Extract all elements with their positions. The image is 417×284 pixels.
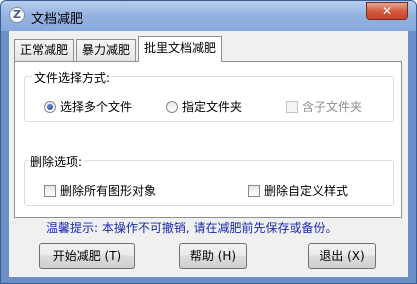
subfolder-label: 含子文件夹 <box>302 100 363 114</box>
delete-styles-checkbox[interactable] <box>248 185 260 197</box>
tab-aggressive[interactable]: 暴力减肥 <box>76 39 137 61</box>
delete-shapes-checkbox[interactable] <box>44 185 56 197</box>
delete-shapes-label[interactable]: 删除所有图形对象 <box>60 182 156 199</box>
warning-hint: 温馨提示: 本操作不可撤销, 请在减肥前先保存或备份。 <box>46 221 338 235</box>
exit-button[interactable]: 退出 (X) <box>308 243 376 269</box>
tab-batch[interactable]: 批里文档减肥 <box>138 36 223 62</box>
radio-multiple-files-label[interactable]: 选择多个文件 <box>60 98 132 115</box>
subfolder-checkbox[interactable] <box>286 101 298 113</box>
app-logo-icon: Z <box>9 7 25 23</box>
delete-styles-label[interactable]: 删除自定义样式 <box>264 182 348 199</box>
file-mode-legend: 文件选择方式: <box>32 69 113 86</box>
file-mode-group: 文件选择方式: 选择多个文件 指定文件夹 含子文件夹 <box>24 69 394 122</box>
window-title: 文档减肥 <box>31 12 84 27</box>
close-button[interactable]: ✕ <box>366 2 408 20</box>
delete-options-legend: 删除选项: <box>28 153 85 170</box>
dialog-window: Z 文档减肥 ✕ 正常减肥 暴力减肥 批里文档减肥 文件选择方式: 选择多个文件… <box>0 0 417 284</box>
radio-folder-label[interactable]: 指定文件夹 <box>182 98 242 115</box>
help-button[interactable]: 帮助 (H) <box>179 243 247 269</box>
title-bar[interactable]: Z 文档减肥 ✕ <box>1 1 416 31</box>
start-button[interactable]: 开始减肥 (T) <box>39 243 135 269</box>
tab-normal[interactable]: 正常减肥 <box>14 39 75 61</box>
radio-multiple-files[interactable] <box>44 101 56 113</box>
delete-options-group: 删除选项: 删除所有图形对象 删除自定义样式 <box>24 153 394 206</box>
dialog-body: 正常减肥 暴力减肥 批里文档减肥 文件选择方式: 选择多个文件 指定文件夹 含子… <box>9 31 408 277</box>
tab-panel-batch: 文件选择方式: 选择多个文件 指定文件夹 含子文件夹 删除选项: 删除所有图形对… <box>14 61 402 218</box>
radio-folder[interactable] <box>166 101 178 113</box>
